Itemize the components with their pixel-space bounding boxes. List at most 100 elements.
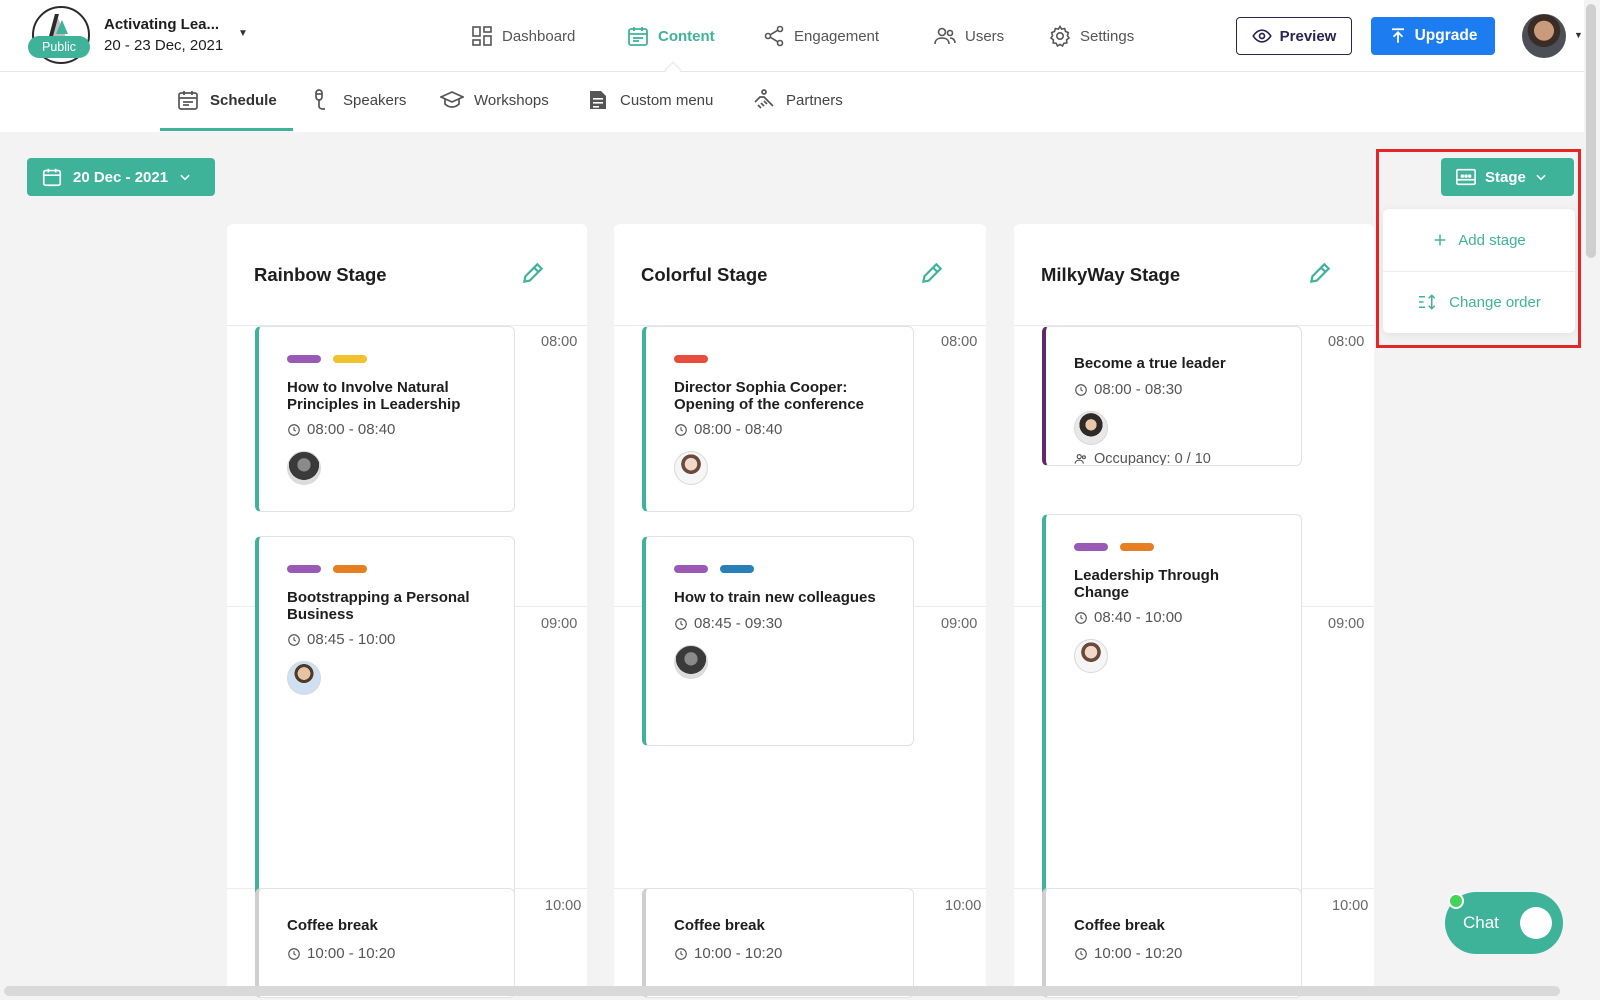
session-card[interactable]: Coffee break 10:00 - 10:20 (255, 888, 515, 998)
nav-dashboard[interactable]: Dashboard (470, 20, 575, 52)
stage-column: Colorful Stage 08:00 09:00 10:00 Directo… (614, 224, 986, 998)
stage-header: Rainbow Stage (227, 224, 587, 326)
session-card[interactable]: How to Involve Natural Principles in Lea… (255, 326, 515, 512)
tab-speakers[interactable]: Speakers (309, 88, 406, 112)
nav-dashboard-label: Dashboard (502, 27, 576, 45)
tab-partners[interactable]: Partners (752, 88, 843, 112)
eye-icon (1251, 29, 1272, 43)
upgrade-button[interactable]: Upgrade (1371, 17, 1495, 55)
time-label: 10:00 (945, 898, 982, 914)
session-card[interactable]: Coffee break 10:00 - 10:20 (1042, 888, 1302, 998)
upload-arrow-icon (1391, 28, 1404, 43)
edit-pencil-icon[interactable] (1307, 260, 1333, 286)
tag-chip (720, 565, 754, 573)
tab-custom-menu[interactable]: Custom menu (586, 88, 713, 112)
stage-title: MilkyWay Stage (1041, 264, 1181, 285)
graduation-cap-icon (440, 91, 464, 108)
tag-chip (333, 355, 367, 363)
online-status-dot (1448, 893, 1464, 909)
nav-settings[interactable]: Settings (1048, 20, 1134, 52)
session-tags (287, 565, 367, 573)
active-tab-indicator (160, 128, 293, 131)
stage-header: MilkyWay Stage (1014, 224, 1374, 326)
nav-content[interactable]: Content (626, 20, 715, 52)
tab-workshops[interactable]: Workshops (440, 88, 549, 112)
clock-icon (288, 633, 300, 646)
highlight-box (1376, 149, 1581, 348)
clock-icon (288, 423, 300, 436)
session-card[interactable]: Leadership Through Change 08:40 - 10:00 (1042, 514, 1302, 914)
session-tags (674, 355, 708, 363)
edit-pencil-icon[interactable] (919, 260, 945, 286)
time-label: 09:00 (941, 616, 978, 632)
session-tags (1074, 543, 1154, 551)
edit-pencil-icon[interactable] (520, 260, 546, 286)
session-time-text: 10:00 - 10:20 (307, 945, 396, 962)
preview-label: Preview (1279, 27, 1337, 45)
vertical-scrollbar[interactable] (1586, 4, 1596, 258)
time-label: 08:00 (1328, 334, 1365, 350)
session-time-text: 08:45 - 09:30 (694, 615, 783, 632)
nav-users[interactable]: Users (933, 20, 1004, 52)
clock-icon (1075, 383, 1087, 396)
session-card[interactable]: Become a true leader 08:00 - 08:30 Occup… (1042, 326, 1302, 466)
horizontal-scrollbar[interactable] (4, 986, 1560, 996)
preview-button[interactable]: Preview (1236, 17, 1352, 55)
public-badge: Public (28, 36, 91, 58)
nav-engagement-label: Engagement (794, 27, 880, 45)
nav-engagement[interactable]: Engagement (762, 20, 879, 52)
date-picker-button[interactable]: 20 Dec - 2021 (27, 158, 215, 196)
tab-schedule[interactable]: Schedule (176, 88, 277, 112)
clock-icon (675, 947, 687, 960)
session-time: 08:00 - 08:40 (287, 421, 395, 438)
speaker-avatar[interactable] (674, 645, 708, 679)
session-time-text: 08:40 - 10:00 (1094, 609, 1183, 626)
session-card[interactable]: How to train new colleagues 08:45 - 09:3… (642, 536, 914, 746)
session-time: 08:00 - 08:40 (674, 421, 782, 438)
speaker-avatar[interactable] (1074, 639, 1108, 673)
session-card[interactable]: Coffee break 10:00 - 10:20 (642, 888, 914, 998)
upgrade-label: Upgrade (1414, 27, 1478, 44)
session-card[interactable]: Director Sophia Cooper: Opening of the c… (642, 326, 914, 512)
session-time: 10:00 - 10:20 (674, 945, 782, 962)
session-title: Bootstrapping a Personal Business (287, 589, 470, 623)
users-icon (934, 27, 956, 45)
time-label: 09:00 (1328, 616, 1365, 632)
calendar-icon (628, 27, 648, 46)
session-time: 08:45 - 09:30 (674, 615, 782, 632)
session-title: Director Sophia Cooper: Opening of the c… (674, 379, 865, 413)
session-title: How to train new colleagues (674, 589, 876, 606)
event-switcher-caret-icon[interactable]: ▼ (238, 28, 248, 39)
share-icon (764, 25, 784, 47)
clock-icon (1075, 947, 1087, 960)
session-time-text: 08:00 - 08:40 (694, 421, 783, 438)
account-menu-caret-icon[interactable]: ▼ (1574, 30, 1583, 40)
gear-icon (1049, 24, 1071, 48)
tab-custom-menu-label: Custom menu (620, 91, 714, 109)
time-label: 08:00 (541, 334, 578, 350)
speaker-avatar[interactable] (287, 661, 321, 695)
session-time-text: 08:00 - 08:30 (1094, 381, 1183, 398)
stage-title: Colorful Stage (641, 264, 768, 285)
dashboard-icon (472, 26, 492, 46)
user-avatar[interactable] (1522, 14, 1566, 58)
nav-settings-label: Settings (1080, 27, 1135, 45)
session-time-text: 08:45 - 10:00 (307, 631, 396, 648)
session-time: 08:00 - 08:30 (1074, 381, 1182, 398)
tag-chip (1074, 543, 1108, 551)
chevron-down-icon (180, 174, 190, 181)
chat-bubble-icon[interactable] (1520, 907, 1552, 939)
session-card[interactable]: Bootstrapping a Personal Business 08:45 … (255, 536, 515, 914)
speaker-avatar[interactable] (1074, 411, 1108, 445)
time-label: 08:00 (941, 334, 978, 350)
clock-icon (288, 947, 300, 960)
speaker-avatar[interactable] (287, 451, 321, 485)
session-title: Coffee break (287, 917, 378, 934)
event-name[interactable]: Activating Lea... (104, 16, 219, 33)
event-dates[interactable]: 20 - 23 Dec, 2021 (104, 37, 223, 54)
tab-schedule-label: Schedule (210, 91, 277, 109)
speaker-avatar[interactable] (674, 451, 708, 485)
tag-chip (1120, 543, 1154, 551)
session-time: 10:00 - 10:20 (1074, 945, 1182, 962)
occupancy-text: Occupancy: 0 / 10 (1094, 451, 1211, 466)
